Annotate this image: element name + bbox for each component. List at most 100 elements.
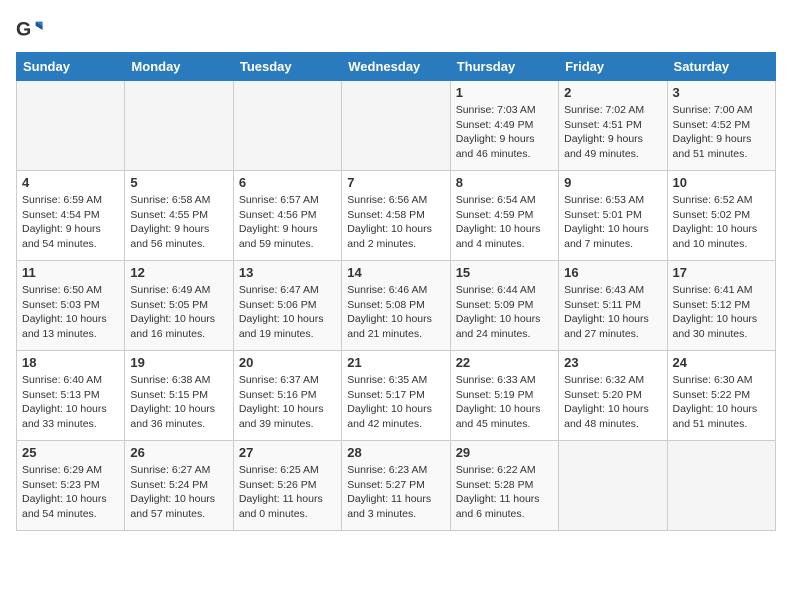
- day-number: 11: [22, 265, 119, 280]
- calendar-cell: 6 Sunrise: 6:57 AMSunset: 4:56 PMDaylight…: [233, 171, 341, 261]
- day-number: 17: [673, 265, 770, 280]
- day-info: Sunrise: 6:46 AMSunset: 5:08 PMDaylight:…: [347, 283, 444, 342]
- day-number: 2: [564, 85, 661, 100]
- day-info: Sunrise: 6:35 AMSunset: 5:17 PMDaylight:…: [347, 373, 444, 432]
- day-number: 4: [22, 175, 119, 190]
- day-info: Sunrise: 6:32 AMSunset: 5:20 PMDaylight:…: [564, 373, 661, 432]
- day-info: Sunrise: 6:50 AMSunset: 5:03 PMDaylight:…: [22, 283, 119, 342]
- calendar-cell: 9Sunrise: 6:53 AMSunset: 5:01 PMDaylight…: [559, 171, 667, 261]
- calendar-week-row: 18Sunrise: 6:40 AMSunset: 5:13 PMDayligh…: [17, 351, 776, 441]
- day-info: Sunrise: 6:52 AMSunset: 5:02 PMDaylight:…: [673, 193, 770, 252]
- day-number: 15: [456, 265, 553, 280]
- calendar-cell: [667, 441, 775, 531]
- day-info: Sunrise: 6:38 AMSunset: 5:15 PMDaylight:…: [130, 373, 227, 432]
- calendar-cell: 29 Sunrise: 6:22 AMSunset: 5:28 PMDayligh…: [450, 441, 558, 531]
- day-number: 5: [130, 175, 227, 190]
- day-info: Sunrise: 6:49 AMSunset: 5:05 PMDaylight:…: [130, 283, 227, 342]
- day-info: Sunrise: 6:58 AMSunset: 4:55 PMDaylight:…: [130, 193, 227, 252]
- day-number: 6: [239, 175, 336, 190]
- day-number: 25: [22, 445, 119, 460]
- day-info: Sunrise: 6:53 AMSunset: 5:01 PMDaylight:…: [564, 193, 661, 252]
- weekday-header: Thursday: [450, 53, 558, 81]
- calendar-cell: [233, 81, 341, 171]
- day-number: 24: [673, 355, 770, 370]
- day-info: Sunrise: 6:41 AMSunset: 5:12 PMDaylight:…: [673, 283, 770, 342]
- calendar-cell: 5 Sunrise: 6:58 AMSunset: 4:55 PMDaylight…: [125, 171, 233, 261]
- day-info: Sunrise: 6:57 AMSunset: 4:56 PMDaylight:…: [239, 193, 336, 252]
- calendar-cell: 14 Sunrise: 6:46 AMSunset: 5:08 PMDayligh…: [342, 261, 450, 351]
- day-number: 12: [130, 265, 227, 280]
- day-info: Sunrise: 6:37 AMSunset: 5:16 PMDaylight:…: [239, 373, 336, 432]
- day-info: Sunrise: 6:30 AMSunset: 5:22 PMDaylight:…: [673, 373, 770, 432]
- weekday-header: Tuesday: [233, 53, 341, 81]
- day-number: 1: [456, 85, 553, 100]
- calendar-week-row: 11 Sunrise: 6:50 AMSunset: 5:03 PMDayligh…: [17, 261, 776, 351]
- day-info: Sunrise: 6:47 AMSunset: 5:06 PMDaylight:…: [239, 283, 336, 342]
- calendar-cell: 2Sunrise: 7:02 AMSunset: 4:51 PMDaylight…: [559, 81, 667, 171]
- calendar-cell: 27 Sunrise: 6:25 AMSunset: 5:26 PMDayligh…: [233, 441, 341, 531]
- day-info: Sunrise: 6:33 AMSunset: 5:19 PMDaylight:…: [456, 373, 553, 432]
- calendar-cell: 23Sunrise: 6:32 AMSunset: 5:20 PMDayligh…: [559, 351, 667, 441]
- day-info: Sunrise: 6:40 AMSunset: 5:13 PMDaylight:…: [22, 373, 119, 432]
- calendar-cell: 21 Sunrise: 6:35 AMSunset: 5:17 PMDayligh…: [342, 351, 450, 441]
- day-info: Sunrise: 6:59 AMSunset: 4:54 PMDaylight:…: [22, 193, 119, 252]
- day-info: Sunrise: 7:03 AMSunset: 4:49 PMDaylight:…: [456, 103, 553, 162]
- calendar-cell: 25 Sunrise: 6:29 AMSunset: 5:23 PMDayligh…: [17, 441, 125, 531]
- day-number: 10: [673, 175, 770, 190]
- day-info: Sunrise: 6:23 AMSunset: 5:27 PMDaylight:…: [347, 463, 444, 522]
- weekday-header-row: SundayMondayTuesdayWednesdayThursdayFrid…: [17, 53, 776, 81]
- day-number: 21: [347, 355, 444, 370]
- day-info: Sunrise: 6:44 AMSunset: 5:09 PMDaylight:…: [456, 283, 553, 342]
- weekday-header: Friday: [559, 53, 667, 81]
- calendar-cell: 24 Sunrise: 6:30 AMSunset: 5:22 PMDayligh…: [667, 351, 775, 441]
- calendar-cell: 8 Sunrise: 6:54 AMSunset: 4:59 PMDaylight…: [450, 171, 558, 261]
- day-number: 19: [130, 355, 227, 370]
- calendar-cell: 26 Sunrise: 6:27 AMSunset: 5:24 PMDayligh…: [125, 441, 233, 531]
- calendar-cell: 1 Sunrise: 7:03 AMSunset: 4:49 PMDaylight…: [450, 81, 558, 171]
- svg-text:G: G: [16, 19, 31, 41]
- day-number: 14: [347, 265, 444, 280]
- calendar-cell: 22 Sunrise: 6:33 AMSunset: 5:19 PMDayligh…: [450, 351, 558, 441]
- calendar-week-row: 1 Sunrise: 7:03 AMSunset: 4:49 PMDaylight…: [17, 81, 776, 171]
- calendar-cell: 12 Sunrise: 6:49 AMSunset: 5:05 PMDayligh…: [125, 261, 233, 351]
- calendar-week-row: 25 Sunrise: 6:29 AMSunset: 5:23 PMDayligh…: [17, 441, 776, 531]
- calendar-cell: 16 Sunrise: 6:43 AMSunset: 5:11 PMDayligh…: [559, 261, 667, 351]
- calendar-cell: 10 Sunrise: 6:52 AMSunset: 5:02 PMDayligh…: [667, 171, 775, 261]
- calendar-cell: 18Sunrise: 6:40 AMSunset: 5:13 PMDayligh…: [17, 351, 125, 441]
- day-info: Sunrise: 6:56 AMSunset: 4:58 PMDaylight:…: [347, 193, 444, 252]
- calendar-table: SundayMondayTuesdayWednesdayThursdayFrid…: [16, 52, 776, 531]
- calendar-cell: [559, 441, 667, 531]
- day-number: 26: [130, 445, 227, 460]
- calendar-cell: [342, 81, 450, 171]
- day-number: 8: [456, 175, 553, 190]
- calendar-cell: [125, 81, 233, 171]
- day-number: 29: [456, 445, 553, 460]
- calendar-week-row: 4 Sunrise: 6:59 AMSunset: 4:54 PMDaylight…: [17, 171, 776, 261]
- day-info: Sunrise: 6:22 AMSunset: 5:28 PMDaylight:…: [456, 463, 553, 522]
- day-info: Sunrise: 7:00 AMSunset: 4:52 PMDaylight:…: [673, 103, 770, 162]
- calendar-cell: 7 Sunrise: 6:56 AMSunset: 4:58 PMDaylight…: [342, 171, 450, 261]
- day-info: Sunrise: 6:27 AMSunset: 5:24 PMDaylight:…: [130, 463, 227, 522]
- logo: G: [16, 16, 48, 44]
- calendar-cell: 15 Sunrise: 6:44 AMSunset: 5:09 PMDayligh…: [450, 261, 558, 351]
- weekday-header: Saturday: [667, 53, 775, 81]
- calendar-cell: 4 Sunrise: 6:59 AMSunset: 4:54 PMDaylight…: [17, 171, 125, 261]
- calendar-cell: 19 Sunrise: 6:38 AMSunset: 5:15 PMDayligh…: [125, 351, 233, 441]
- logo-icon: G: [16, 16, 44, 44]
- page-header: G: [16, 16, 776, 44]
- day-info: Sunrise: 6:43 AMSunset: 5:11 PMDaylight:…: [564, 283, 661, 342]
- calendar-cell: 13Sunrise: 6:47 AMSunset: 5:06 PMDayligh…: [233, 261, 341, 351]
- day-number: 3: [673, 85, 770, 100]
- day-info: Sunrise: 6:29 AMSunset: 5:23 PMDaylight:…: [22, 463, 119, 522]
- day-number: 16: [564, 265, 661, 280]
- calendar-cell: 17 Sunrise: 6:41 AMSunset: 5:12 PMDayligh…: [667, 261, 775, 351]
- day-number: 27: [239, 445, 336, 460]
- day-info: Sunrise: 6:54 AMSunset: 4:59 PMDaylight:…: [456, 193, 553, 252]
- calendar-cell: 11 Sunrise: 6:50 AMSunset: 5:03 PMDayligh…: [17, 261, 125, 351]
- day-number: 7: [347, 175, 444, 190]
- day-number: 22: [456, 355, 553, 370]
- weekday-header: Sunday: [17, 53, 125, 81]
- calendar-cell: [17, 81, 125, 171]
- day-info: Sunrise: 6:25 AMSunset: 5:26 PMDaylight:…: [239, 463, 336, 522]
- calendar-cell: 3 Sunrise: 7:00 AMSunset: 4:52 PMDaylight…: [667, 81, 775, 171]
